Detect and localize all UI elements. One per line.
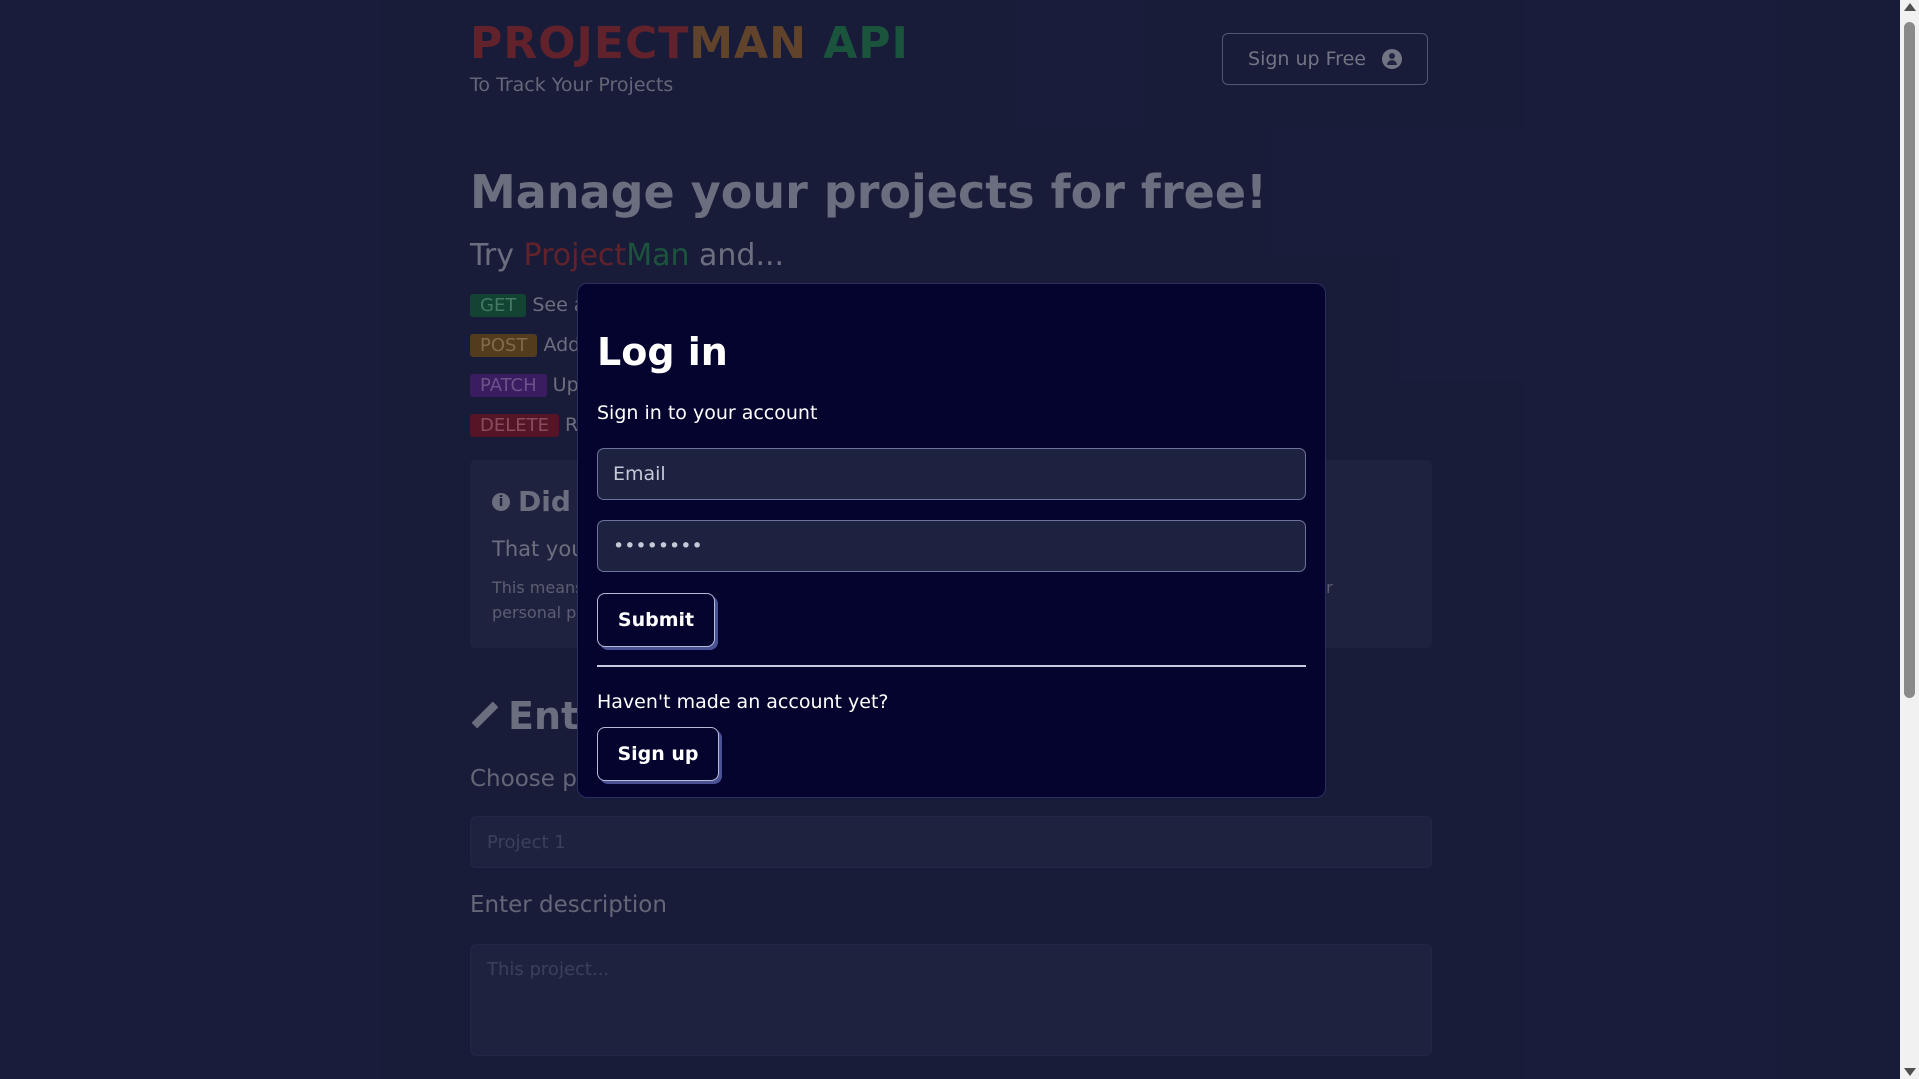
- login-modal-title: Log in: [597, 330, 728, 374]
- password-field[interactable]: ••••••••: [597, 520, 1306, 572]
- modal-divider: [597, 665, 1306, 667]
- signup-button[interactable]: Sign up: [597, 727, 719, 781]
- login-modal: Log in Sign in to your account Email •••…: [577, 283, 1326, 798]
- scrollbar-thumb[interactable]: [1904, 22, 1915, 698]
- password-value: ••••••••: [613, 535, 703, 557]
- scroll-down-arrow-icon[interactable]: [1904, 1068, 1916, 1076]
- scroll-up-arrow-icon[interactable]: [1904, 3, 1916, 11]
- vertical-scrollbar[interactable]: [1900, 0, 1919, 1079]
- email-placeholder: Email: [613, 463, 666, 485]
- login-modal-subtitle: Sign in to your account: [597, 402, 818, 424]
- submit-button[interactable]: Submit: [597, 593, 715, 647]
- no-account-text: Haven't made an account yet?: [597, 691, 889, 713]
- email-field[interactable]: Email: [597, 448, 1306, 500]
